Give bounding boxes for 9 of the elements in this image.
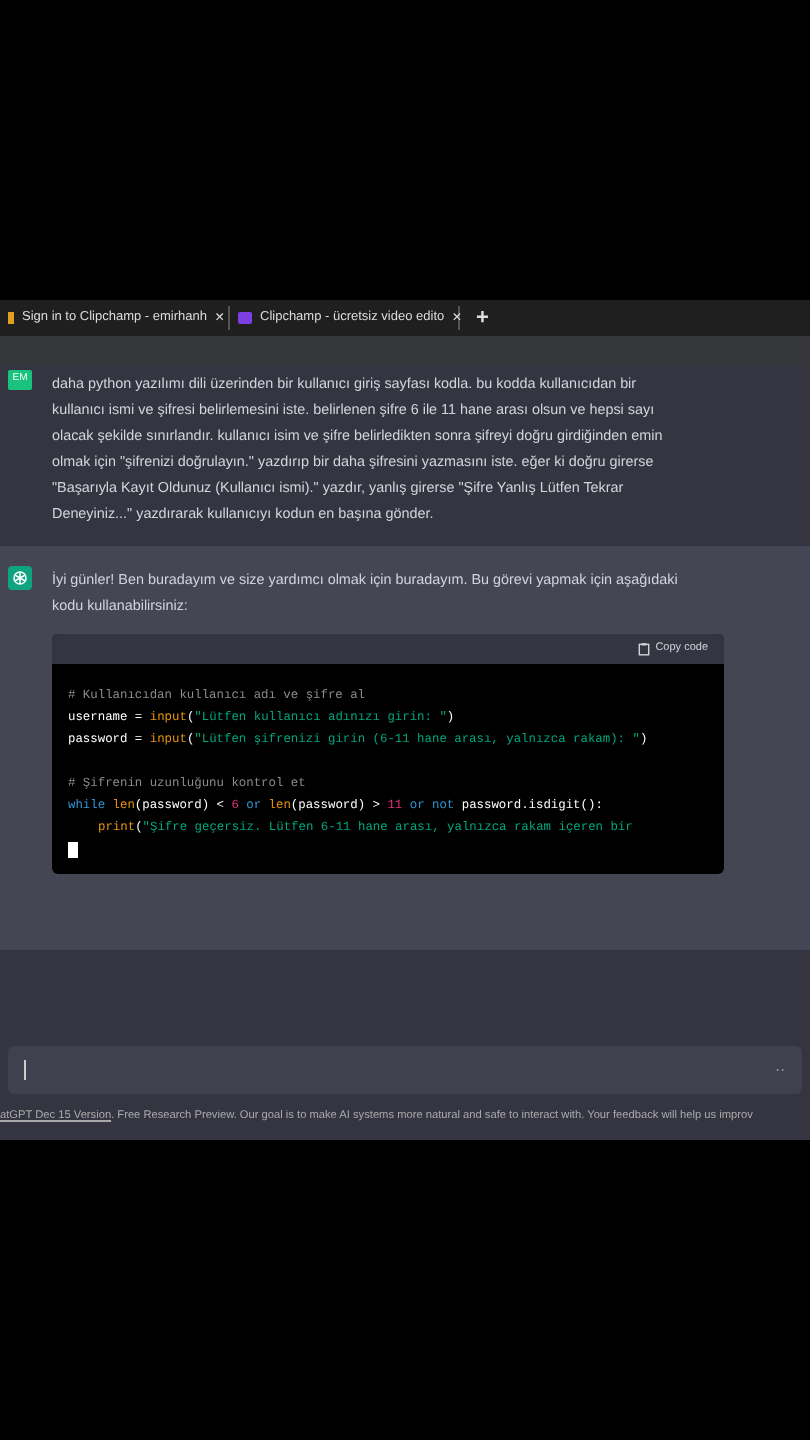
- favicon-icon: [238, 312, 252, 324]
- typing-cursor: [68, 842, 78, 858]
- new-tab-button[interactable]: +: [476, 301, 489, 335]
- clipboard-icon: [637, 642, 650, 656]
- close-icon[interactable]: ×: [215, 306, 225, 330]
- close-icon[interactable]: ×: [452, 306, 462, 330]
- message-input[interactable]: [8, 1045, 802, 1094]
- favicon-icon: [8, 312, 14, 324]
- text-cursor: [24, 1059, 26, 1080]
